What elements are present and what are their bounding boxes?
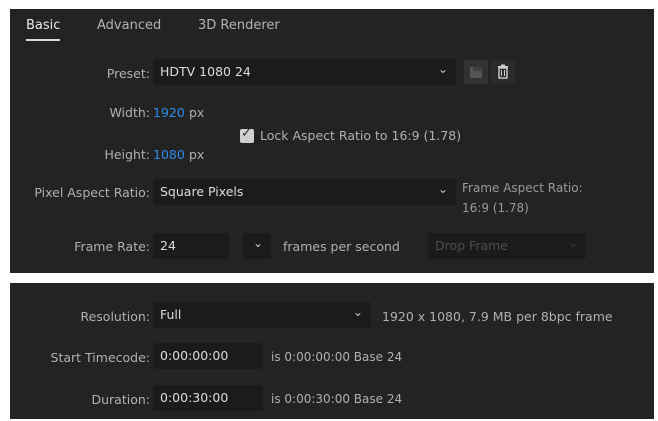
drop-frame-dropdown: Drop Frame ⌄	[428, 233, 586, 259]
chevron-down-icon: ⌄	[437, 182, 448, 196]
start-timecode-label: Start Timecode:	[50, 350, 150, 365]
trash-icon	[498, 64, 508, 79]
tab-advanced[interactable]: Advanced	[97, 18, 161, 33]
active-tab-indicator	[26, 39, 60, 41]
save-preset-icon	[470, 67, 482, 78]
tab-basic[interactable]: Basic	[26, 18, 60, 33]
preset-dropdown[interactable]: HDTV 1080 24 ⌄	[153, 59, 456, 85]
duration-label: Duration:	[91, 392, 150, 407]
frame-rate-label: Frame Rate:	[74, 239, 150, 254]
frame-rate-input[interactable]: 24	[153, 233, 229, 259]
resolution-info: 1920 x 1080, 7.9 MB per 8bpc frame	[382, 309, 613, 324]
chevron-down-icon: ⌄	[567, 236, 578, 250]
duration-input[interactable]: 0:00:30:00	[153, 385, 263, 411]
start-timecode-value: 0:00:00:00	[160, 348, 229, 363]
lock-aspect-checkbox[interactable]: ✓	[240, 126, 254, 143]
width-label: Width:	[109, 105, 150, 120]
pixel-aspect-dropdown[interactable]: Square Pixels ⌄	[153, 179, 456, 205]
drop-frame-value: Drop Frame	[435, 238, 508, 253]
composition-timing-panel: Resolution: Full ⌄ 1920 x 1080, 7.9 MB p…	[10, 283, 654, 419]
save-preset-button[interactable]	[464, 60, 488, 84]
chevron-down-icon: ⌄	[352, 305, 363, 319]
height-unit: px	[189, 147, 205, 162]
frame-rate-value: 24	[160, 238, 176, 253]
start-timecode-input[interactable]: 0:00:00:00	[153, 343, 263, 369]
pixel-aspect-value: Square Pixels	[160, 184, 244, 199]
width-value[interactable]: 1920	[153, 105, 185, 120]
frame-rate-dropdown[interactable]: ⌄	[243, 233, 271, 259]
resolution-label: Resolution:	[80, 309, 150, 324]
lock-aspect-label[interactable]: Lock Aspect Ratio to 16:9 (1.78)	[260, 128, 461, 143]
frame-rate-units: frames per second	[283, 239, 400, 254]
delete-preset-button[interactable]	[491, 60, 515, 84]
resolution-value: Full	[160, 307, 182, 322]
tab-3d-renderer[interactable]: 3D Renderer	[198, 18, 280, 33]
duration-value: 0:00:30:00	[160, 390, 229, 405]
width-unit: px	[189, 105, 205, 120]
start-timecode-info: is 0:00:00:00 Base 24	[271, 350, 403, 364]
frame-aspect-value: 16:9 (1.78)	[462, 201, 529, 215]
frame-aspect-label: Frame Aspect Ratio:	[462, 181, 583, 195]
height-label: Height:	[104, 147, 150, 162]
duration-info: is 0:00:30:00 Base 24	[271, 392, 403, 406]
height-value[interactable]: 1080	[153, 147, 185, 162]
pixel-aspect-label: Pixel Aspect Ratio:	[34, 185, 150, 200]
preset-label: Preset:	[106, 66, 150, 81]
resolution-dropdown[interactable]: Full ⌄	[153, 302, 371, 328]
preset-value: HDTV 1080 24	[160, 64, 251, 79]
chevron-down-icon: ⌄	[252, 236, 263, 250]
composition-settings-panel: Basic Advanced 3D Renderer Preset: HDTV …	[10, 9, 654, 273]
chevron-down-icon: ⌄	[437, 62, 448, 76]
